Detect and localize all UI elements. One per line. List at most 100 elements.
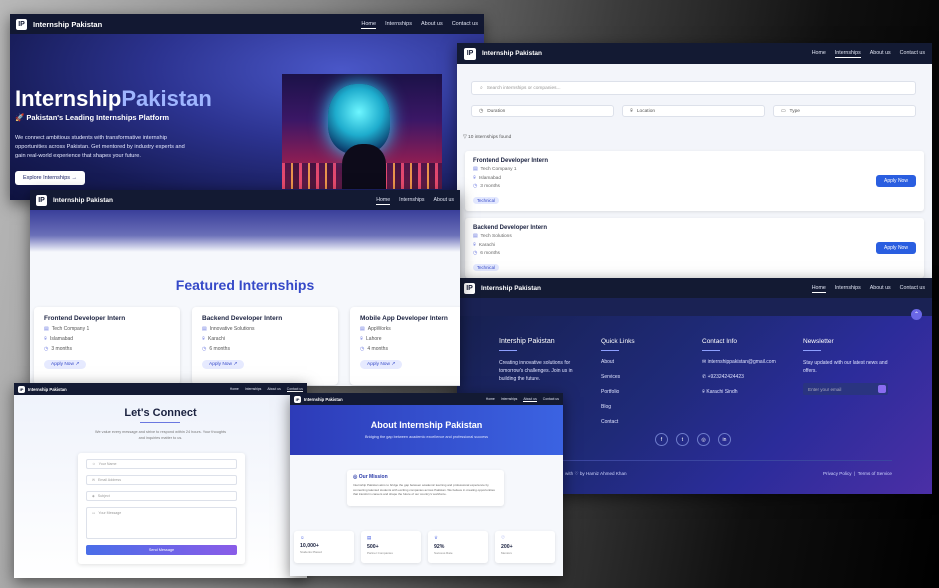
nav-links: Home Internships About us Contact us	[803, 49, 925, 58]
hero-description: We connect ambitious students with trans…	[15, 135, 185, 159]
email-row[interactable]: ✉ internshippakistan@gmail.com	[702, 359, 776, 365]
instagram-icon[interactable]: ◎	[697, 433, 710, 446]
phone-row[interactable]: ✆ +923242424423	[702, 374, 776, 380]
brand-name[interactable]: Internship Pakistan	[53, 197, 113, 204]
duration-row: ◷ 4 months	[360, 346, 460, 352]
scroll-top-button[interactable]: ⌃	[911, 309, 922, 320]
logo-icon[interactable]: IP	[36, 194, 47, 206]
nav-about[interactable]: About us	[870, 284, 891, 293]
apply-now-button[interactable]: Apply Now ↗	[360, 360, 403, 369]
duration-text: 6 months	[480, 251, 500, 256]
terms-link[interactable]: Terms of Service	[858, 471, 892, 476]
card-title: Frontend Developer Intern	[473, 158, 549, 164]
nav-about[interactable]: About us	[870, 49, 891, 58]
nav-home[interactable]: Home	[230, 387, 239, 392]
nav-home[interactable]: Home	[376, 196, 391, 205]
social-links: f t ◎ in	[655, 433, 739, 446]
nav-internships[interactable]: Internships	[399, 196, 424, 205]
footer-contact-info: Contact Info ✉ internshippakistan@gmail.…	[702, 338, 776, 404]
nav-internships[interactable]: Internships	[501, 397, 518, 402]
nav-contact[interactable]: Contact us	[543, 397, 559, 402]
logo-icon[interactable]: IP	[18, 385, 25, 393]
logo-icon[interactable]: IP	[464, 47, 476, 60]
location-text: Lahore	[366, 336, 382, 342]
apply-now-button[interactable]: Apply Now ↗	[44, 360, 87, 369]
location-row: ⌾ Islamabad	[473, 175, 916, 181]
divider	[803, 350, 821, 351]
name-placeholder: Your Name	[98, 462, 117, 466]
footer-link-blog[interactable]: Blog	[601, 404, 635, 410]
search-input[interactable]: ⌕ Search internships or companies...	[471, 81, 916, 95]
address-row: ⌾ Karachi Sindh	[702, 389, 776, 395]
newsletter-email-input[interactable]: Enter your email	[803, 383, 888, 395]
nav-home[interactable]: Home	[361, 20, 377, 29]
nav-links: Home Internships About us Contact us	[352, 20, 478, 29]
footer-link-contact[interactable]: Contact	[601, 419, 635, 425]
location-filter[interactable]: ⌾ Location	[622, 105, 765, 117]
stat-value: 200+	[501, 544, 513, 550]
type-tag: Technical	[473, 264, 499, 271]
quick-links-title: Quick Links	[601, 338, 635, 345]
about-title: About Internship Pakistan	[370, 420, 483, 430]
mission-title: ◎ Our Mission	[353, 474, 498, 480]
duration-filter[interactable]: ◷ Duration	[471, 105, 614, 117]
brand-name[interactable]: Internship Pakistan	[33, 20, 102, 29]
search-icon: ⌕	[480, 86, 483, 91]
footer-link-about[interactable]: About	[601, 359, 635, 365]
featured-card: Frontend Developer Intern ▤ Tech Company …	[34, 307, 180, 385]
nav-contact[interactable]: Contact us	[452, 20, 478, 29]
location-text: Islamabad	[478, 176, 502, 181]
nav-about[interactable]: About us	[267, 387, 280, 392]
divider	[499, 350, 517, 351]
nav-internships[interactable]: Internships	[385, 20, 412, 29]
apply-now-button[interactable]: Apply Now ↗	[202, 360, 245, 369]
nav-internships[interactable]: Internships	[834, 49, 861, 58]
footer-link-portfolio[interactable]: Portfolio	[601, 389, 635, 395]
stat-value: 10,000+	[300, 543, 319, 549]
location-row: ⌾ Karachi	[473, 242, 916, 248]
email-field[interactable]: ✉ Email Address	[86, 475, 237, 485]
twitter-icon[interactable]: t	[676, 433, 689, 446]
logo-icon[interactable]: IP	[16, 18, 27, 30]
facebook-icon[interactable]: f	[655, 433, 668, 446]
brand-name[interactable]: Internship Pakistan	[304, 397, 343, 402]
apply-now-button[interactable]: Apply Now	[876, 242, 916, 254]
contact-form: ☺ Your Name ✉ Email Address ◈ Subject ▭ Your…	[78, 453, 245, 564]
brand-name[interactable]: Internship Pakistan	[481, 285, 541, 292]
nav-home[interactable]: Home	[486, 397, 495, 402]
about-screenshot: IP Internship Pakistan Home Internships …	[290, 393, 563, 576]
apply-now-button[interactable]: Apply Now	[876, 175, 916, 187]
name-field[interactable]: ☺ Your Name	[86, 459, 237, 469]
footer-link-services[interactable]: Services	[601, 374, 635, 380]
nav-about[interactable]: About us	[421, 20, 443, 29]
nav-internships[interactable]: Internships	[835, 284, 861, 293]
nav-contact[interactable]: Contact us	[286, 387, 303, 392]
company-row: ▤ AppWorks	[360, 326, 460, 332]
location-text: Karachi	[208, 336, 225, 342]
about-hero	[290, 405, 563, 455]
message-field[interactable]: ▭ Your Message	[86, 507, 237, 539]
linkedin-icon[interactable]: in	[718, 433, 731, 446]
nav-home[interactable]: Home	[812, 49, 826, 58]
nav-about[interactable]: About us	[434, 196, 454, 205]
subject-field[interactable]: ◈ Subject	[86, 491, 237, 501]
send-icon[interactable]	[878, 385, 886, 393]
footer-about-text: Creating innovative solutions for tomorr…	[499, 360, 573, 382]
nav-contact[interactable]: Contact us	[900, 284, 925, 293]
nav-internships[interactable]: Internships	[245, 387, 262, 392]
newsletter-placeholder: Enter your email	[808, 386, 842, 392]
nav-contact[interactable]: Contact us	[900, 49, 925, 58]
brand-name[interactable]: Internship Pakistan	[482, 50, 542, 57]
logo-icon[interactable]: IP	[464, 282, 475, 294]
type-filter[interactable]: ▭ Type	[773, 105, 916, 117]
privacy-policy-link[interactable]: Privacy Policy	[823, 471, 852, 476]
send-message-button[interactable]: Send Message	[86, 545, 237, 555]
brand-name[interactable]: Internship Pakistan	[28, 387, 67, 392]
footer-credit: with ♡ by Hamiz Ahmed Khan	[565, 471, 627, 476]
footer-quick-links: Quick Links About Services Portfolio Blo…	[601, 338, 635, 434]
contact-title: Let's Connect	[124, 407, 197, 419]
nav-about[interactable]: About us	[523, 397, 537, 402]
explore-internships-button[interactable]: Explore Internships →	[15, 171, 85, 185]
logo-icon[interactable]: IP	[294, 395, 301, 403]
nav-home[interactable]: Home	[811, 284, 826, 293]
